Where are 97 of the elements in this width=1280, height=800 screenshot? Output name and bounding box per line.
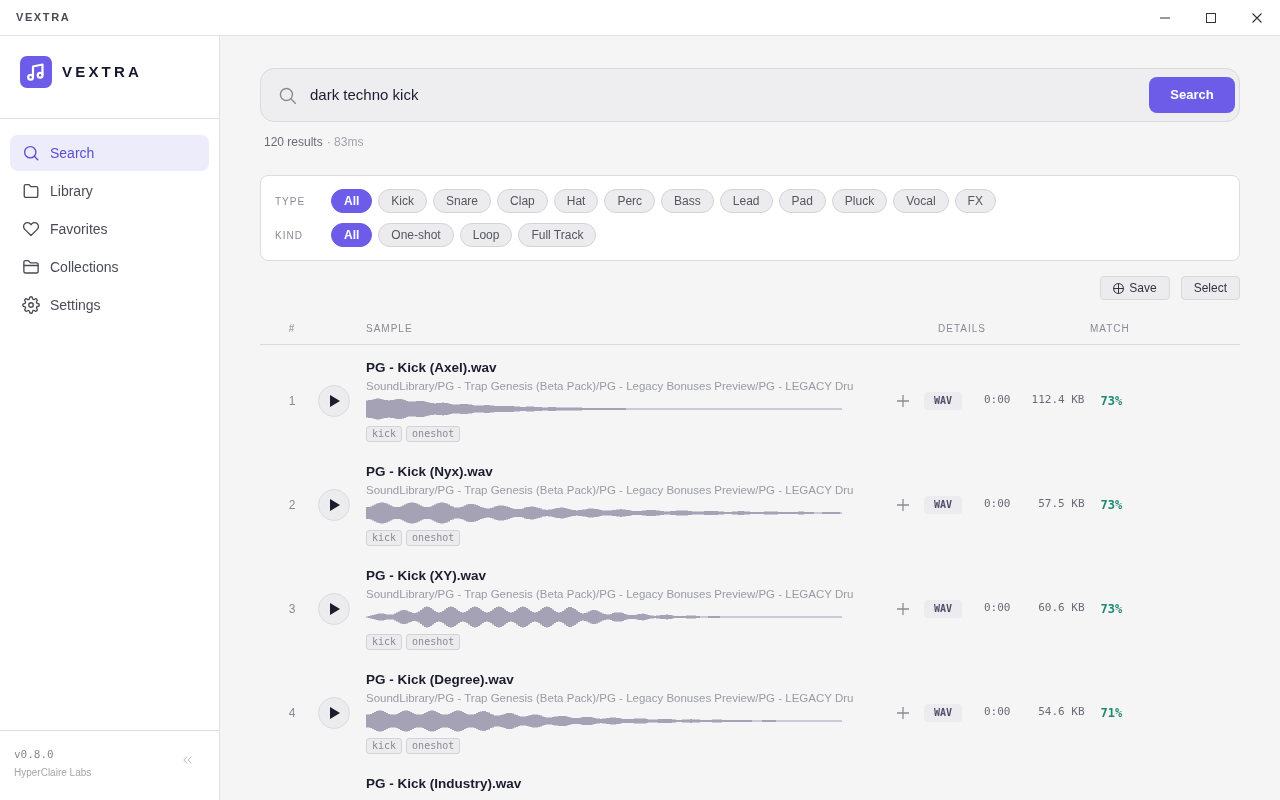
plus-icon[interactable] (897, 498, 909, 511)
company-name: HyperClaire Labs (14, 766, 92, 780)
match-score: 73% (1100, 496, 1123, 514)
filter-chip[interactable]: Kick (378, 189, 427, 213)
match-score: 73% (1100, 600, 1123, 618)
folder-icon (22, 258, 40, 276)
sample-tag: kick (366, 426, 403, 442)
search-field[interactable]: dark techno kick Search (260, 68, 1240, 122)
column-header: DETAILS (938, 321, 987, 336)
file-size: 60.6 KB (1037, 600, 1085, 617)
filter-chip[interactable]: Pad (778, 189, 826, 213)
filter-chip[interactable]: Full Track (518, 223, 597, 247)
format-badge: WAV (924, 599, 962, 618)
filter-chip[interactable]: All (331, 223, 373, 247)
search-time: · 83ms (326, 134, 364, 150)
sidebar-item[interactable]: Library (10, 173, 209, 209)
sample-path: SoundLibrary/PG - Trap Genesis (Beta Pack)/PG - Legacy Bonuses Preview/PG - LEGACY Dru (366, 587, 854, 602)
column-header: # (287, 321, 297, 336)
play-icon (330, 394, 340, 407)
circle-plus-icon (1113, 282, 1125, 294)
row-number: 3 (287, 600, 297, 618)
play-icon (330, 602, 340, 615)
plus-icon[interactable] (897, 706, 909, 719)
filter-label: TYPE (275, 194, 307, 209)
plus-icon[interactable] (897, 602, 909, 615)
gear-icon (22, 296, 40, 314)
play-button[interactable] (318, 592, 350, 625)
search-icon (279, 86, 296, 104)
sample-path: SoundLibrary/PG - Trap Genesis (Beta Pack)/PG - Legacy Bonuses Preview/PG - LEGACY Dru (366, 691, 854, 706)
music-note-logo-icon (20, 56, 52, 88)
sidebar-item[interactable]: Search (10, 135, 209, 171)
filter-chip[interactable]: All (331, 189, 373, 213)
heart-icon (22, 220, 40, 238)
sample-path: SoundLibrary/PG - Trap Genesis (Beta Pack)/PG - Legacy Bonuses Preview/PG - LEGACY Dru (366, 483, 854, 498)
minimize-icon[interactable] (1160, 16, 1170, 19)
match-score: 71% (1100, 704, 1123, 722)
filter-chip[interactable]: Lead (719, 189, 773, 213)
play-button[interactable] (318, 696, 350, 729)
sample-tag: kick (366, 634, 403, 650)
sidebar-item[interactable]: Collections (10, 249, 209, 285)
row-number: 4 (287, 704, 297, 722)
action-button[interactable]: Select (1180, 276, 1240, 300)
duration-text: 0:00 (984, 600, 1011, 617)
sample-tag: oneshot (406, 530, 461, 546)
result-count: 120 results (264, 134, 323, 150)
filter-label: KIND (275, 228, 304, 243)
file-size: 54.6 KB (1037, 704, 1085, 721)
filter-chip[interactable]: Loop (459, 223, 513, 247)
filter-chip[interactable]: One-shot (378, 223, 454, 247)
version-label: v0.8.0 (14, 747, 55, 763)
column-header: SAMPLE (366, 321, 414, 336)
filter-chip[interactable]: Hat (553, 189, 599, 213)
sample-tag: oneshot (406, 634, 461, 650)
plus-icon[interactable] (897, 394, 909, 407)
play-button[interactable] (318, 384, 350, 417)
close-icon[interactable] (1252, 12, 1262, 23)
sample-name: PG - Kick (Nyx).wav (366, 463, 493, 481)
filter-chip[interactable]: Vocal (893, 189, 949, 213)
format-badge: WAV (924, 495, 962, 514)
filter-chip[interactable]: Pluck (831, 189, 888, 213)
row-number: 1 (287, 392, 297, 410)
maximize-icon[interactable] (1206, 12, 1216, 23)
action-button[interactable]: Save (1100, 276, 1170, 300)
folder-icon (22, 182, 40, 200)
match-score: 73% (1100, 392, 1123, 410)
sample-path: SoundLibrary/PG - Trap Genesis (Beta Pack)/PG - Legacy Bonuses Preview/PG - LEGACY Dru (366, 379, 854, 394)
filter-chip[interactable]: Clap (497, 189, 548, 213)
duration-text: 0:00 (984, 496, 1011, 513)
search-icon (22, 144, 40, 162)
filter-chip[interactable]: Bass (661, 189, 714, 213)
sample-tag: kick (366, 530, 403, 546)
sample-tag: oneshot (406, 426, 461, 442)
filter-chip[interactable]: FX (954, 189, 996, 213)
duration-text: 0:00 (984, 392, 1011, 409)
file-size: 57.5 KB (1037, 496, 1085, 513)
sidebar-item[interactable]: Settings (10, 287, 209, 323)
sample-tag: oneshot (406, 738, 461, 754)
play-icon (330, 498, 340, 511)
play-icon (330, 706, 340, 719)
duration-text: 0:00 (984, 704, 1011, 721)
filter-chip[interactable]: Snare (433, 189, 492, 213)
sample-name: PG - Kick (Axel).wav (366, 359, 497, 377)
column-header: MATCH (1090, 321, 1130, 336)
sidebar-item[interactable]: Favorites (10, 211, 209, 247)
search-button[interactable]: Search (1149, 77, 1235, 113)
row-number: 2 (287, 496, 297, 514)
sample-name: PG - Kick (XY).wav (366, 567, 487, 585)
play-button[interactable] (318, 488, 350, 521)
sample-tag: kick (366, 738, 403, 754)
format-badge: WAV (924, 703, 962, 722)
filter-chip[interactable]: Perc (604, 189, 656, 213)
format-badge: WAV (924, 391, 962, 410)
sample-name: PG - Kick (Industry).wav (366, 775, 522, 793)
brand-name: VEXTRA (62, 62, 143, 82)
file-size: 112.4 KB (1030, 392, 1085, 409)
sample-name: PG - Kick (Degree).wav (366, 671, 514, 689)
app-title: VEXTRA (16, 10, 71, 26)
